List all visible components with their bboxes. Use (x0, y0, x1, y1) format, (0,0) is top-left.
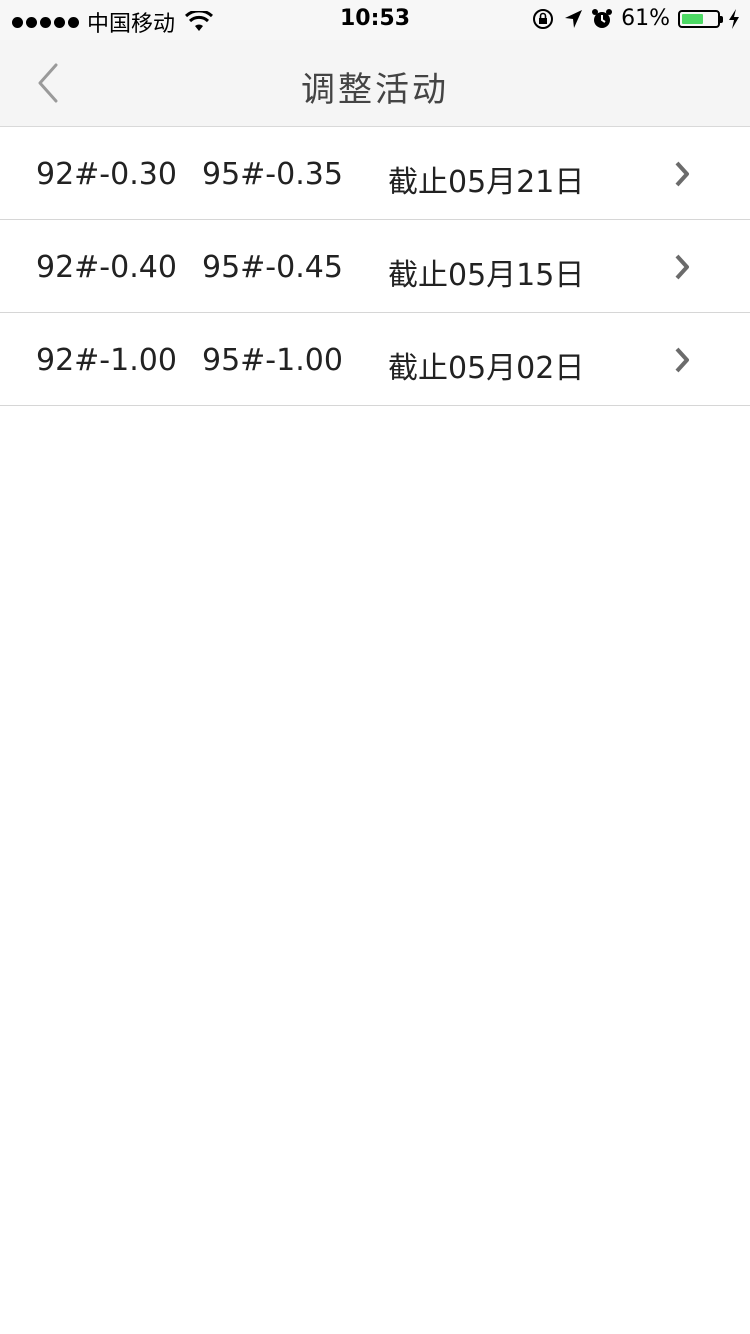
activity-list: 92#-0.30 95#-0.35 截止05月21日 92#-0.40 95#-… (0, 127, 750, 406)
activity-row[interactable]: 92#-1.00 95#-1.00 截止05月02日 (0, 313, 750, 406)
grade-92-adjustment: 92#-1.00 (36, 343, 177, 378)
deadline-label: 截止05月15日 (388, 258, 585, 293)
battery-level (682, 13, 703, 24)
status-bar: 中国移动 10:53 61% (0, 0, 750, 40)
location-arrow-icon (565, 9, 583, 28)
battery-icon (678, 9, 723, 28)
grade-95-adjustment: 95#-0.35 (202, 157, 343, 192)
chevron-right-icon (675, 254, 689, 280)
navigation-bar: 调整活动 (0, 40, 750, 127)
activity-row[interactable]: 92#-0.30 95#-0.35 截止05月21日 (0, 127, 750, 220)
status-right: 61% (531, 6, 740, 31)
deadline-label: 截止05月21日 (388, 165, 585, 200)
charging-bolt-icon (729, 8, 739, 29)
rotation-lock-icon (533, 8, 554, 29)
battery-percent: 61% (621, 6, 670, 31)
alarm-icon (592, 8, 613, 28)
grade-92-adjustment: 92#-0.40 (36, 250, 177, 285)
grade-92-adjustment: 92#-0.30 (36, 157, 177, 192)
chevron-right-icon (675, 347, 689, 373)
grade-95-adjustment: 95#-0.45 (202, 250, 343, 285)
chevron-right-icon (675, 161, 689, 187)
deadline-label: 截止05月02日 (388, 351, 585, 386)
activity-row[interactable]: 92#-0.40 95#-0.45 截止05月15日 (0, 220, 750, 313)
page-title: 调整活动 (301, 70, 449, 110)
grade-95-adjustment: 95#-1.00 (202, 343, 343, 378)
